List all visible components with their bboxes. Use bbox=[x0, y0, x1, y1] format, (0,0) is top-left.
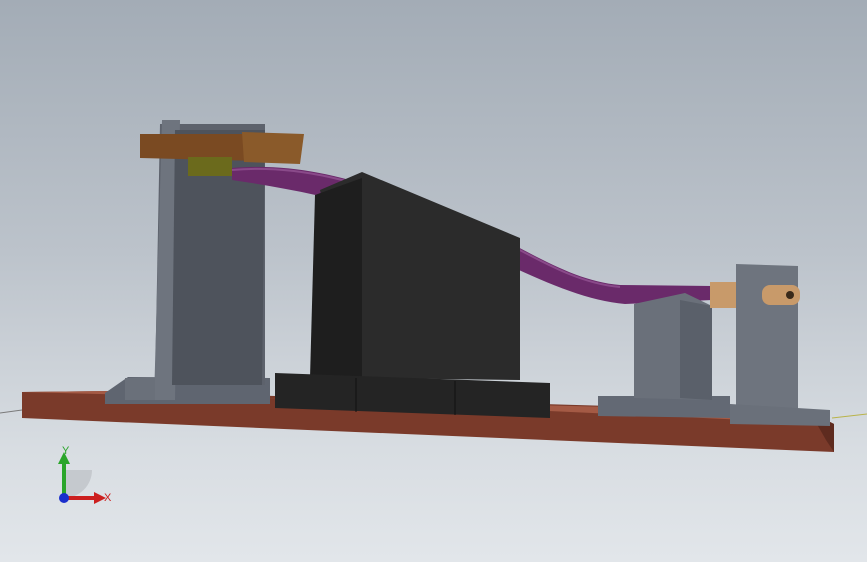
right-pin-hole bbox=[786, 291, 794, 299]
x-axis-label: X bbox=[104, 492, 112, 504]
clamp-block bbox=[188, 157, 232, 176]
sketch-line-left bbox=[0, 409, 23, 414]
y-axis-label: Y bbox=[62, 445, 70, 457]
left-upright-fixture[interactable] bbox=[105, 120, 270, 404]
right-pin bbox=[762, 285, 800, 305]
z-axis-dot bbox=[59, 493, 69, 503]
central-support-block[interactable] bbox=[275, 172, 550, 418]
sketch-line-right bbox=[831, 413, 867, 419]
right-upright-foot bbox=[730, 404, 830, 426]
right-small-fixture[interactable] bbox=[598, 293, 730, 418]
wood-rod-end bbox=[242, 132, 304, 164]
triad-quadrant-shading bbox=[64, 470, 92, 498]
3d-viewport[interactable]: Y X bbox=[0, 0, 867, 562]
right-fixture-block-side bbox=[680, 300, 712, 400]
cad-model-scene[interactable] bbox=[0, 0, 867, 562]
right-bushing bbox=[710, 282, 736, 308]
left-fixture-rib bbox=[125, 378, 155, 400]
orientation-triad: Y X bbox=[58, 445, 112, 504]
support-block-left-face bbox=[310, 178, 362, 380]
